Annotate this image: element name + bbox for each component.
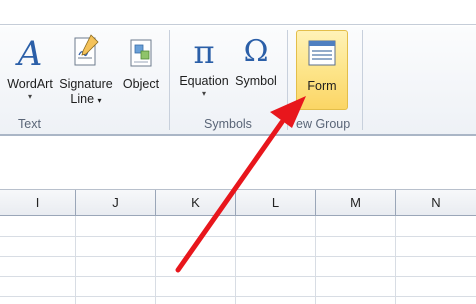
- red-arrow-annotation: [175, 96, 306, 273]
